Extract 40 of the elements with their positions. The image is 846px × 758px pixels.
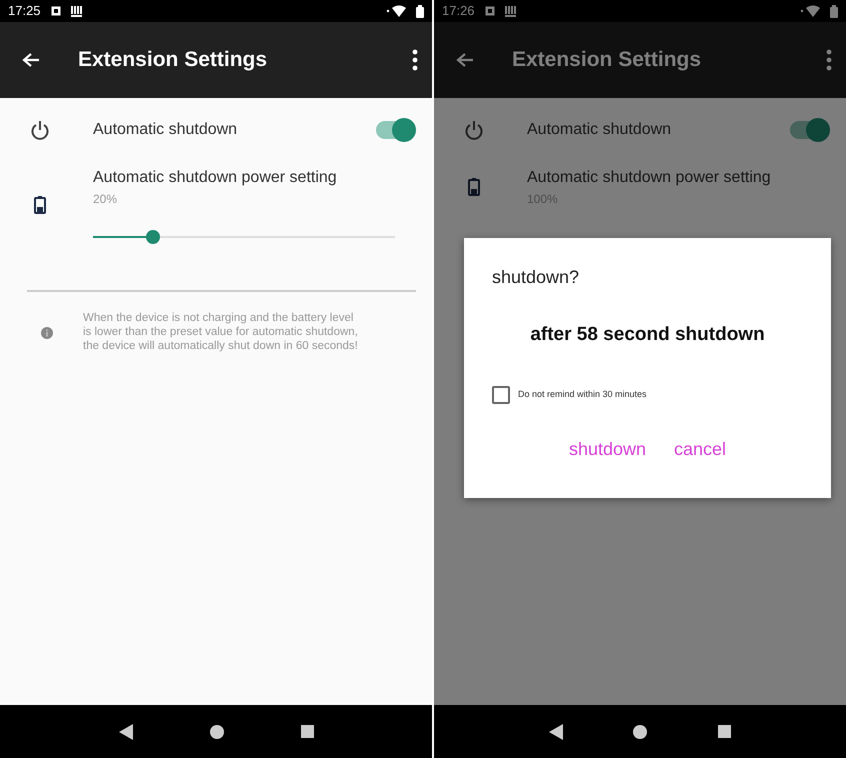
home-icon[interactable] [210,724,224,738]
cancel-button[interactable]: cancel [674,436,726,462]
setting-label: Automatic shutdown [93,120,238,140]
status-icon [504,6,517,16]
power-icon [30,120,50,140]
back-arrow-icon[interactable] [22,52,40,68]
recents-icon[interactable] [300,725,314,738]
setting-label: Automatic shutdown power setting [93,168,337,188]
battery-icon [830,4,838,18]
wifi-icon [386,5,406,17]
checkbox[interactable] [492,386,510,404]
slider-thumb[interactable] [146,230,160,244]
screen-title: Extension Settings [512,47,702,73]
more-options-icon[interactable] [412,49,418,71]
dialog-message: after 58 second shutdown [529,323,766,347]
power-icon [464,120,484,140]
recents-icon[interactable] [718,725,731,738]
checkbox-label: Do not remind within 30 minutes [518,388,647,401]
back-icon[interactable] [118,724,132,740]
back-icon[interactable] [549,724,564,740]
status-time: 17:25 [8,2,41,20]
info-text: When the device is not charging and the battery level is lower than the preset value for automatic shutdown, the device will automatically shut down in 60 seconds! [83,312,359,354]
setting-label: Automatic shutdown [527,120,672,140]
info-icon [41,326,53,339]
status-time: 17:26 [442,2,475,20]
status-icon [70,6,83,16]
home-icon[interactable] [633,724,648,738]
notification-icon [484,6,495,16]
wifi-icon [800,5,820,17]
battery-icon [468,178,480,196]
screen-title: Extension Settings [78,47,268,73]
battery-icon [34,196,46,214]
setting-value: 20% [93,191,118,208]
notification-icon [50,6,61,16]
toggle-switch[interactable] [790,121,828,139]
toggle-switch[interactable] [376,121,414,139]
battery-icon [416,4,424,18]
shutdown-button[interactable]: shutdown [568,436,646,462]
setting-label: Automatic shutdown power setting [527,168,771,188]
dialog-title: shutdown? [492,266,580,289]
